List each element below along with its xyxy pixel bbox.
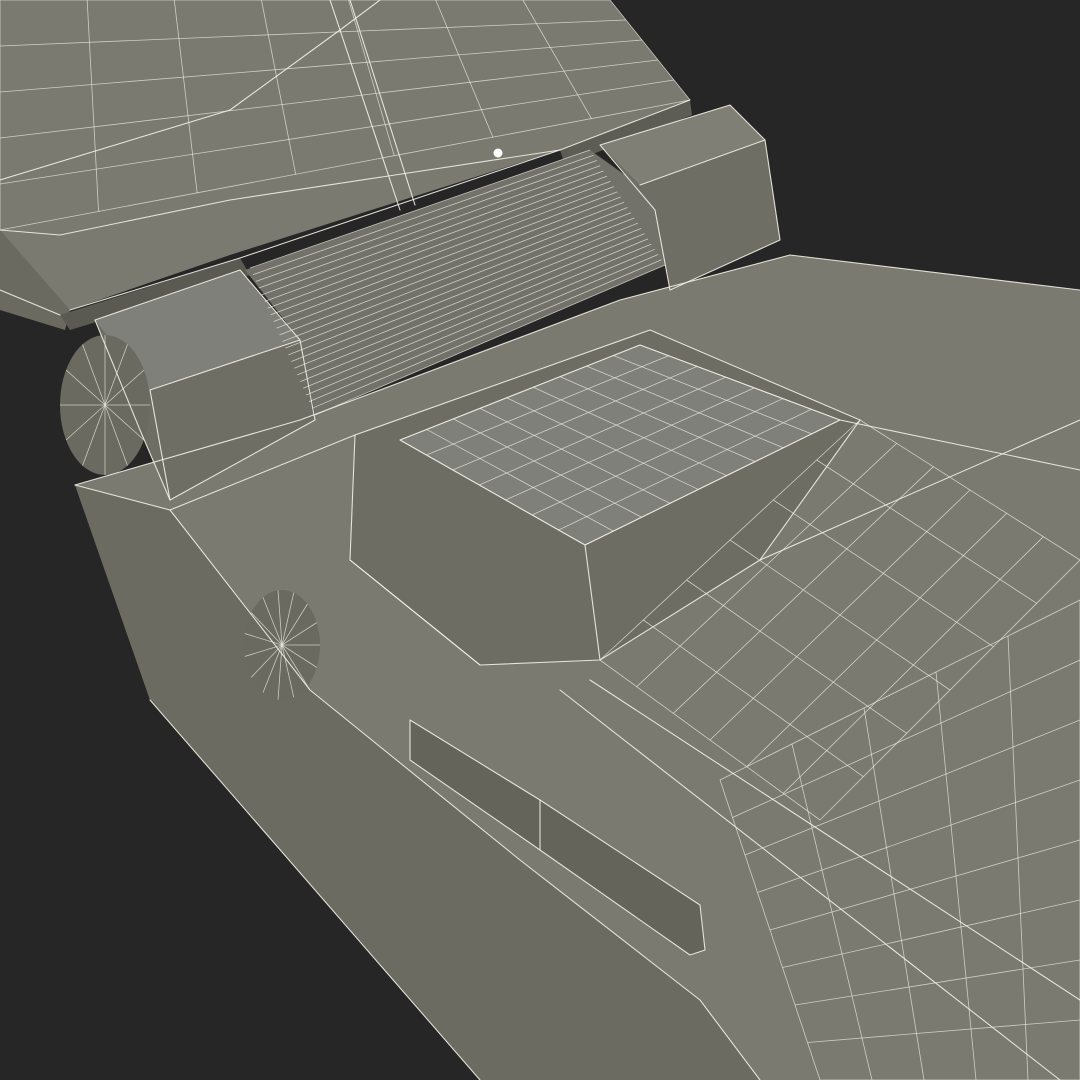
status-led xyxy=(493,148,503,158)
render-viewport xyxy=(0,0,1080,1080)
wireframe-model xyxy=(0,0,1080,1080)
